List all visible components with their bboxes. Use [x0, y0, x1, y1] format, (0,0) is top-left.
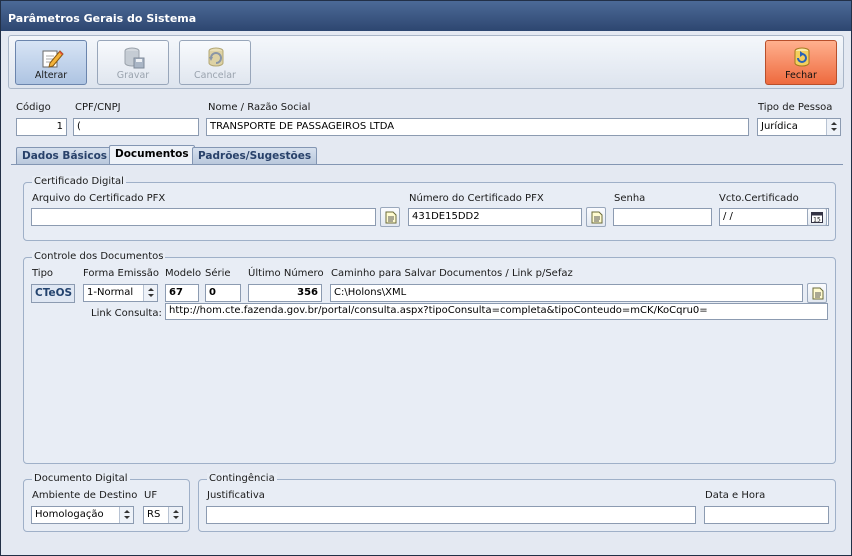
documento-digital-title: Documento Digital — [32, 473, 130, 484]
fechar-label: Fechar — [785, 70, 817, 81]
tipo-pessoa-value: Jurídica — [761, 121, 798, 132]
senha-field[interactable] — [613, 208, 712, 226]
cpf-cnpj-label: CPF/CNPJ — [75, 102, 121, 113]
uf-select[interactable]: RS — [143, 506, 183, 524]
vcto-certificado-label: Vcto.Certificado — [719, 193, 799, 204]
alterar-button[interactable]: Alterar — [15, 40, 87, 85]
arquivo-pfx-label: Arquivo do Certificado PFX — [32, 193, 166, 204]
arquivo-pfx-field[interactable] — [31, 208, 376, 226]
senha-label: Senha — [614, 193, 646, 204]
codigo-field[interactable]: 1 — [16, 118, 67, 136]
document-icon — [812, 287, 824, 300]
cancelar-label: Cancelar — [194, 70, 236, 81]
link-consulta-label: Link Consulta: — [91, 308, 162, 319]
browse-arquivo-button[interactable] — [380, 207, 400, 227]
tipo-pessoa-spinner-icon[interactable] — [826, 119, 840, 135]
undo-database-icon — [208, 47, 224, 67]
ambiente-value: Homologação — [35, 509, 104, 520]
numero-pfx-label: Número do Certificado PFX — [409, 193, 544, 204]
parametros-window: Parâmetros Gerais do Sistema Alterar Gra… — [0, 0, 852, 556]
uf-spinner-icon[interactable] — [168, 507, 182, 523]
window-title: Parâmetros Gerais do Sistema — [1, 1, 851, 31]
tipo-documento-badge: CTeOS — [31, 284, 75, 303]
caminho-field[interactable]: C:\Holons\XML — [330, 284, 803, 302]
browse-caminho-button[interactable] — [807, 283, 827, 303]
browse-numero-button[interactable] — [586, 207, 606, 227]
document-icon — [591, 211, 603, 224]
forma-emissao-value: 1-Normal — [87, 287, 134, 298]
save-database-icon — [124, 47, 145, 69]
ambiente-label: Ambiente de Destino — [32, 490, 138, 501]
caminho-label: Caminho para Salvar Documentos / Link p/… — [331, 268, 573, 279]
tipo-label: Tipo — [32, 268, 54, 279]
modelo-field[interactable]: 67 — [165, 284, 199, 302]
modelo-label: Modelo — [165, 268, 202, 279]
forma-emissao-spinner-icon[interactable] — [143, 285, 157, 301]
tab-documentos[interactable]: Documentos — [109, 145, 195, 164]
cancelar-button[interactable]: Cancelar — [179, 40, 251, 85]
justificativa-field[interactable] — [206, 506, 696, 524]
close-database-icon — [794, 47, 810, 67]
ultimo-numero-label: Último Número — [248, 268, 324, 279]
controle-title: Controle dos Documentos — [32, 251, 166, 262]
calendar-button[interactable]: 15 — [807, 208, 827, 226]
data-hora-label: Data e Hora — [705, 490, 766, 501]
vcto-certificado-value: / / — [723, 211, 733, 222]
uf-label: UF — [144, 490, 158, 501]
tab-padroes-sugestoes[interactable]: Padrões/Sugestões — [192, 147, 318, 164]
cpf-cnpj-field[interactable]: ( — [73, 118, 199, 136]
document-icon — [385, 211, 397, 224]
serie-field[interactable]: 0 — [205, 284, 241, 302]
fechar-button[interactable]: Fechar — [765, 40, 837, 85]
contingencia-title: Contingência — [207, 473, 277, 484]
nome-razao-label: Nome / Razão Social — [208, 102, 311, 113]
link-consulta-field[interactable]: http://hom.cte.fazenda.gov.br/portal/con… — [165, 303, 828, 320]
numero-pfx-field[interactable]: 431DE15DD2 — [408, 208, 582, 226]
ambiente-spinner-icon[interactable] — [119, 507, 133, 523]
tipo-pessoa-select[interactable]: Jurídica — [757, 118, 841, 136]
tipo-pessoa-label: Tipo de Pessoa — [758, 102, 833, 113]
codigo-label: Código — [16, 102, 51, 113]
data-hora-field[interactable] — [704, 506, 829, 524]
forma-emissao-select[interactable]: 1-Normal — [83, 284, 158, 302]
ultimo-numero-field[interactable]: 356 — [248, 284, 322, 302]
svg-text:15: 15 — [813, 217, 821, 224]
ambiente-select[interactable]: Homologação — [31, 506, 134, 524]
serie-label: Série — [205, 268, 231, 279]
uf-value: RS — [147, 509, 161, 520]
edit-icon — [42, 50, 64, 68]
gravar-button[interactable]: Gravar — [97, 40, 169, 85]
tab-dados-basicos[interactable]: Dados Básicos — [16, 147, 114, 164]
gravar-label: Gravar — [116, 70, 150, 81]
certificado-title: Certificado Digital — [32, 176, 126, 187]
toolbar: Alterar Gravar Cancelar Fechar — [8, 35, 844, 89]
nome-razao-field[interactable]: TRANSPORTE DE PASSAGEIROS LTDA — [206, 118, 749, 136]
calendar-icon: 15 — [811, 212, 823, 224]
justificativa-label: Justificativa — [207, 490, 265, 501]
alterar-label: Alterar — [34, 70, 68, 81]
forma-emissao-label: Forma Emissão — [83, 268, 160, 279]
